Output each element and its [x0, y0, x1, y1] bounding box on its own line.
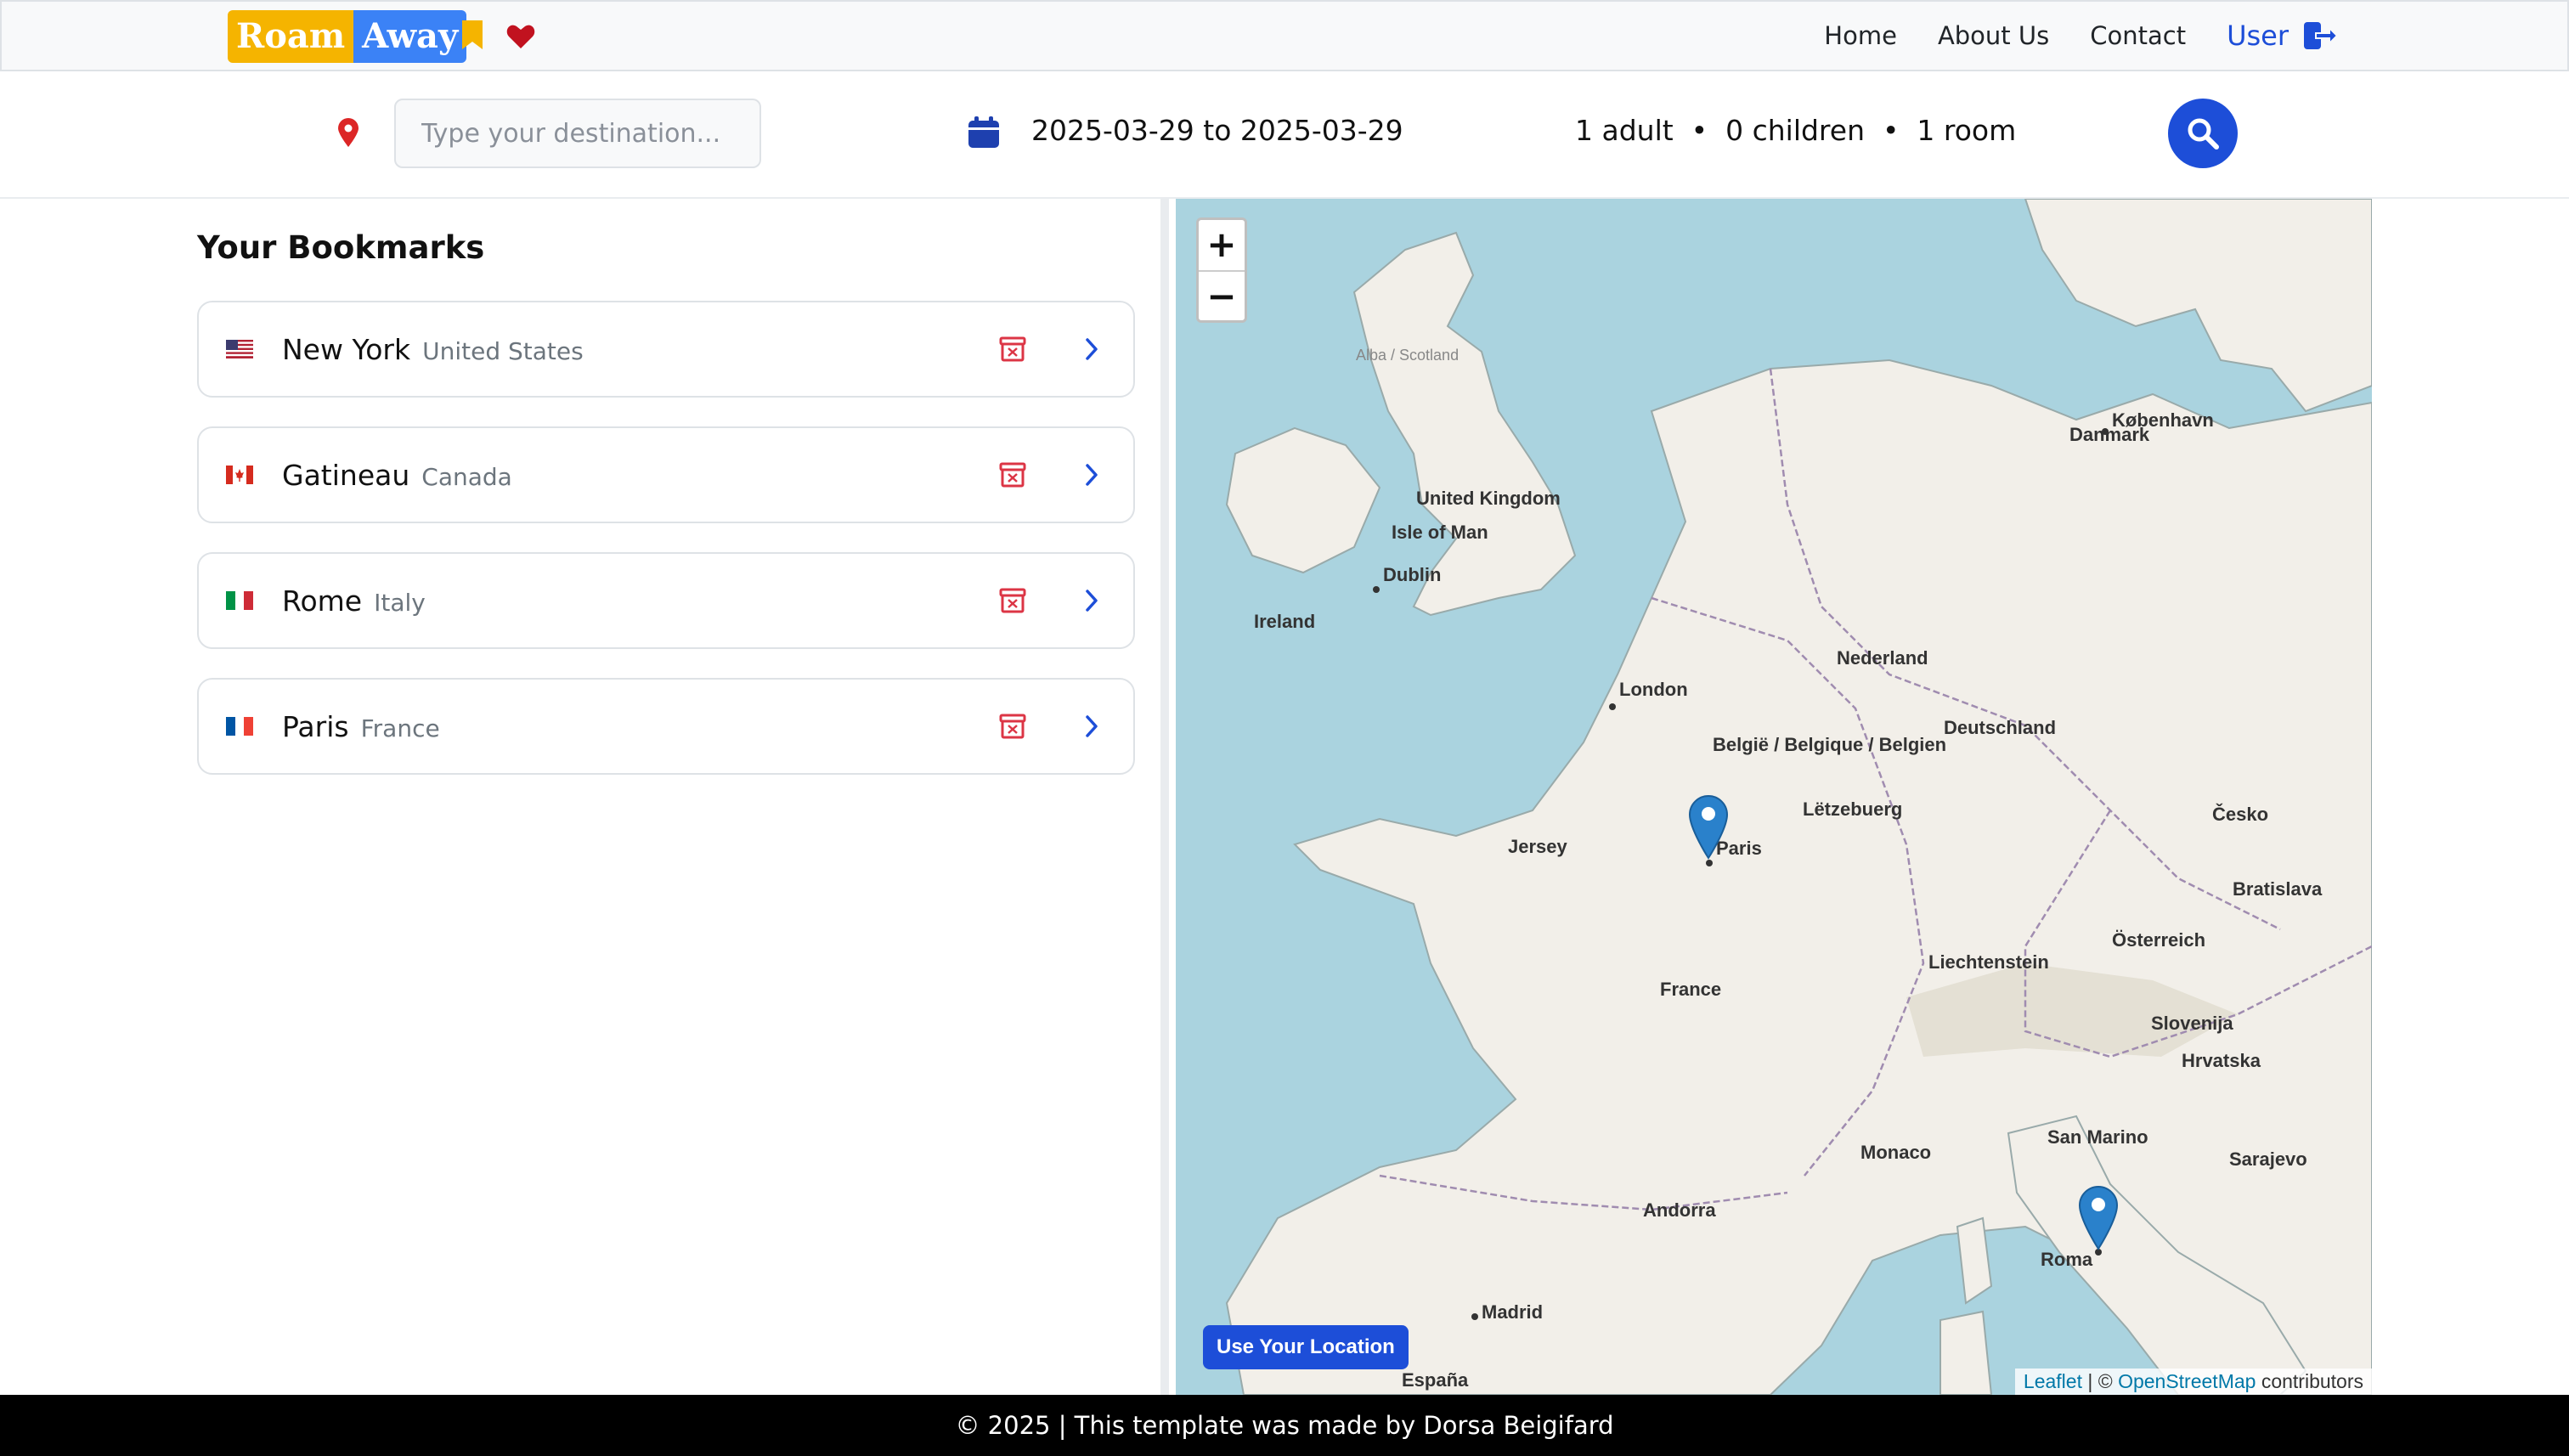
bookmark-city: New York United States: [282, 333, 584, 366]
map-label-belgie: België / Belgique / Belgien: [1713, 734, 1946, 755]
bookmark-list: New York United States Gatineau Canada Rom…: [197, 301, 1135, 804]
delete-bookmark-button[interactable]: [999, 336, 1026, 365]
logo[interactable]: Roam Away: [228, 10, 467, 63]
calendar-icon[interactable]: [967, 116, 1001, 153]
map-label-uk: United Kingdom: [1416, 488, 1561, 509]
date-range-field[interactable]: 2025-03-29 to 2025-03-29: [1031, 114, 1403, 147]
zoom-in-button[interactable]: +: [1199, 220, 1245, 270]
map-label-liechtenstein: Liechtenstein: [1928, 951, 2049, 973]
logout-icon: [2304, 22, 2338, 49]
zoom-out-button[interactable]: −: [1199, 270, 1245, 322]
map-tiles[interactable]: Ireland United Kingdom Isle of Man Dubli…: [1176, 199, 2372, 1395]
map-label-cesko: Česko: [2212, 804, 2268, 825]
use-location-button[interactable]: Use Your Location: [1203, 1325, 1409, 1369]
map-label-france: France: [1660, 979, 1721, 1000]
map-label-bratislava: Bratislava: [2233, 878, 2323, 900]
logo-roam: Roam: [228, 10, 354, 63]
delete-bookmark-button[interactable]: [999, 462, 1026, 491]
map-label-san-marino: San Marino: [2047, 1126, 2148, 1148]
nav-links: Home About Us Contact User: [1783, 2, 2338, 70]
map-label-isle-of-man: Isle of Man: [1392, 522, 1488, 543]
user-menu[interactable]: User: [2227, 20, 2338, 52]
bookmarks-title: Your Bookmarks: [197, 229, 485, 266]
bookmark-country: Canada: [421, 463, 512, 491]
nav-about-link[interactable]: About Us: [1938, 21, 2049, 50]
delete-bookmark-button[interactable]: [999, 588, 1026, 617]
us-flag-icon: [226, 340, 253, 358]
nav-home-link[interactable]: Home: [1824, 21, 1897, 50]
bookmark-item[interactable]: Paris France: [197, 678, 1135, 775]
delete-bookmark-button[interactable]: [999, 714, 1026, 742]
bookmark-icon[interactable]: [460, 19, 484, 54]
bookmark-item[interactable]: Gatineau Canada: [197, 426, 1135, 523]
zoom-control: + −: [1196, 217, 1247, 323]
navbar: Roam Away Home About Us Contact User: [0, 0, 2569, 71]
logo-away: Away: [353, 10, 467, 63]
map-label-kobenhavn: København: [2112, 409, 2214, 431]
map-label-monaco: Monaco: [1860, 1142, 1931, 1163]
user-label: User: [2227, 20, 2289, 52]
footer: © 2025 | This template was made by Dorsa…: [0, 1395, 2569, 1456]
leaflet-link[interactable]: Leaflet: [2024, 1370, 2082, 1392]
map-label-madrid: Madrid: [1482, 1301, 1543, 1323]
map-label-ireland: Ireland: [1254, 611, 1315, 632]
map-view[interactable]: Ireland United Kingdom Isle of Man Dubli…: [1176, 199, 2372, 1395]
search-button[interactable]: [2168, 99, 2238, 168]
bookmark-city: Paris France: [282, 710, 440, 743]
map-label-hrvatska: Hrvatska: [2182, 1050, 2261, 1071]
panel-divider[interactable]: [1160, 199, 1169, 1395]
map-label-london: London: [1619, 679, 1688, 700]
map-label-letzebuerg: Lëtzebuerg: [1803, 799, 1902, 820]
search-icon: [2188, 118, 2219, 150]
map-attribution: Leaflet | © OpenStreetMap contributors: [2014, 1369, 2372, 1395]
map-pin-icon: [336, 117, 360, 151]
canada-flag-icon: [226, 466, 253, 484]
map-label-sarajevo: Sarajevo: [2229, 1148, 2307, 1170]
paris-marker[interactable]: [1687, 793, 1730, 860]
map-label-jersey: Jersey: [1508, 836, 1568, 857]
bookmark-item[interactable]: Rome Italy: [197, 552, 1135, 649]
chevron-right-icon[interactable]: [1082, 714, 1101, 742]
map-label-slovenija: Slovenija: [2151, 1013, 2233, 1034]
search-bar: 2025-03-29 to 2025-03-29 1 adult • 0 chi…: [0, 70, 2569, 199]
map-label-alba-scotland: Alba / Scotland: [1356, 347, 1459, 364]
map-label-dublin: Dublin: [1383, 564, 1441, 585]
guests-selector[interactable]: 1 adult • 0 children • 1 room: [1575, 114, 2016, 147]
chevron-right-icon[interactable]: [1082, 336, 1101, 365]
map-label-espana: España: [1402, 1369, 1469, 1391]
italy-flag-icon: [226, 591, 253, 610]
map-label-osterreich: Österreich: [2112, 929, 2205, 951]
bookmark-city: Gatineau Canada: [282, 459, 512, 492]
france-flag-icon: [226, 717, 253, 736]
map-label-nederland: Nederland: [1837, 647, 1928, 669]
bookmark-city: Rome Italy: [282, 584, 426, 618]
map-label-andorra: Andorra: [1643, 1199, 1716, 1221]
bookmark-country: United States: [422, 337, 584, 365]
bookmark-country: France: [360, 714, 440, 742]
rome-marker[interactable]: [2077, 1184, 2120, 1250]
nav-contact-link[interactable]: Contact: [2090, 21, 2186, 50]
destination-input[interactable]: [394, 99, 761, 168]
bookmark-country: Italy: [374, 589, 426, 617]
map-label-deutschland: Deutschland: [1944, 717, 2056, 738]
osm-link[interactable]: OpenStreetMap: [2118, 1370, 2256, 1392]
chevron-right-icon[interactable]: [1082, 462, 1101, 491]
bookmark-item[interactable]: New York United States: [197, 301, 1135, 398]
heart-icon[interactable]: [506, 24, 535, 53]
map-label-roma: Roma: [2041, 1249, 2093, 1270]
chevron-right-icon[interactable]: [1082, 588, 1101, 617]
